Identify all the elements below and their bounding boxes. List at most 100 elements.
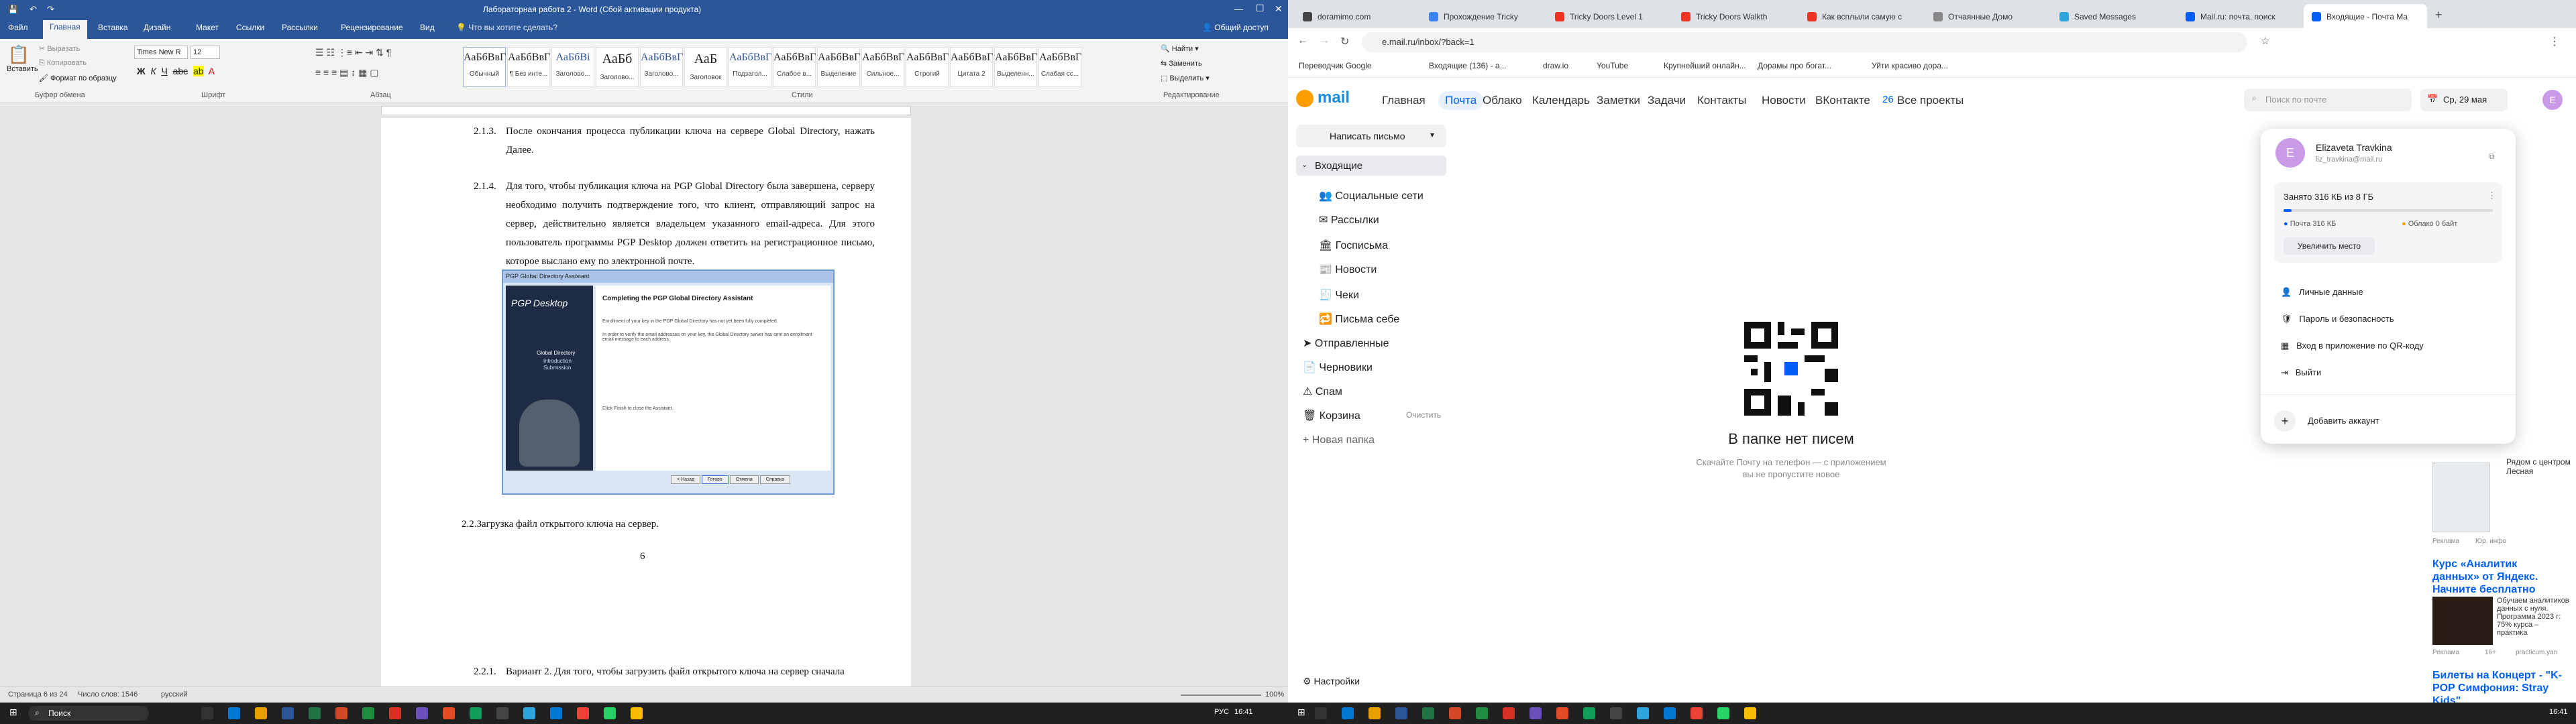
tab-home[interactable]: Главная xyxy=(43,20,87,39)
more-icon[interactable]: ⋮ xyxy=(2487,190,2496,201)
cancel-button[interactable]: Отмена xyxy=(729,475,759,484)
italic-button[interactable]: К xyxy=(150,66,156,76)
taskbar-app-icon[interactable] xyxy=(1395,707,1407,719)
ruler-bar[interactable] xyxy=(381,106,911,115)
share-button[interactable]: 👤 Общий доступ xyxy=(1202,23,1269,32)
back-button[interactable]: < Назад xyxy=(671,475,701,484)
folder-trash[interactable]: 🗑 Корзина xyxy=(1303,409,1360,422)
highlight-button[interactable]: ab xyxy=(193,66,204,76)
clock[interactable]: 16:41 xyxy=(1234,708,1253,716)
taskbar-app-icon[interactable] xyxy=(1556,707,1568,719)
ad-title[interactable]: Курс «Аналитик данных» от Яндекс. Начнит… xyxy=(2432,558,2567,596)
nav-link[interactable]: Облако xyxy=(1483,94,1522,107)
logout-item[interactable]: ⇥ Выйти xyxy=(2281,367,2321,378)
style-item[interactable]: АаБбВвГ Заголово... xyxy=(640,47,683,87)
style-item[interactable]: АаБбВвГ ¶ Без инте... xyxy=(507,47,550,87)
qr-login-item[interactable]: ▦ Вход в приложение по QR-коду xyxy=(2281,341,2424,351)
taskbar-app-icon[interactable] xyxy=(1529,707,1542,719)
close-icon[interactable]: ✕ xyxy=(1275,3,1283,15)
browser-tab[interactable]: Как всплыли самую с xyxy=(1799,4,1923,28)
nav-link[interactable]: Все проекты xyxy=(1897,94,1964,107)
chevron-down-icon[interactable]: ▾ xyxy=(1430,130,1434,139)
taskbar-app-icon[interactable] xyxy=(255,707,267,719)
nav-link[interactable]: ВКонтакте xyxy=(1815,94,1870,107)
bookmark-item[interactable]: Уйти красиво дора... xyxy=(1872,61,1948,70)
style-item[interactable]: АаБбВвГ Выделенн... xyxy=(994,47,1037,87)
paste-button[interactable]: 📋 Вставить xyxy=(7,44,38,82)
folder-sent[interactable]: ➤ Отправленные xyxy=(1303,337,1389,350)
ad-meta[interactable]: practicum.yan xyxy=(2516,649,2557,656)
tell-me-box[interactable]: 💡 Что вы хотите сделать? xyxy=(456,23,557,32)
keyboard-lang[interactable]: РУС xyxy=(1214,708,1229,716)
taskbar-app-icon[interactable] xyxy=(1744,707,1756,719)
windows-start-icon[interactable]: ⊞ xyxy=(1297,707,1305,718)
nav-link[interactable]: Почта xyxy=(1438,91,1484,110)
select-button[interactable]: ⬚ Выделить ▾ xyxy=(1161,74,1210,82)
language[interactable]: русский xyxy=(161,690,187,699)
taskbar-app-icon[interactable] xyxy=(416,707,428,719)
paragraph[interactable]: После окончания процесса публикации ключ… xyxy=(506,122,875,160)
folder-news[interactable]: 📰 Новости xyxy=(1319,263,1377,276)
clear-trash-link[interactable]: Очистить xyxy=(1406,410,1441,420)
copy-button[interactable]: ⎘ Копировать xyxy=(39,59,87,68)
add-account-button[interactable]: Добавить аккаунт xyxy=(2308,416,2379,426)
taskbar-app-icon[interactable] xyxy=(309,707,321,719)
browser-tab[interactable]: Tricky Doors Walkth xyxy=(1673,4,1796,28)
new-folder-button[interactable]: + Новая папка xyxy=(1303,434,1375,446)
help-button[interactable]: Справка xyxy=(759,475,791,484)
style-item[interactable]: АаБбВвГ Слабая сс... xyxy=(1038,47,1081,87)
ad-meta[interactable]: Юр. инфо xyxy=(2475,538,2506,545)
bookmark-item[interactable]: Дорамы про богат... xyxy=(1758,61,1831,70)
font-name-select[interactable]: Times New R xyxy=(134,46,188,59)
taskbar-app-icon[interactable] xyxy=(1476,707,1488,719)
search-box[interactable]: ⌕ Поиск по почте xyxy=(2244,88,2412,111)
find-button[interactable]: 🔍 Найти ▾ xyxy=(1161,44,1199,53)
taskbar-app-icon[interactable] xyxy=(1637,707,1649,719)
browser-tab[interactable]: Saved Messages xyxy=(2051,4,2175,28)
font-size-select[interactable]: 12 xyxy=(191,46,220,59)
browser-tab[interactable]: doramimo.com xyxy=(1295,4,1418,28)
redo-icon[interactable]: ↷ xyxy=(47,4,54,15)
forward-icon[interactable]: → xyxy=(1319,35,1330,47)
taskbar-app-icon[interactable] xyxy=(1503,707,1515,719)
zoom-level[interactable]: 100% xyxy=(1265,690,1284,699)
style-item[interactable]: АаБб Заголово... xyxy=(596,47,639,87)
taskbar-app-icon[interactable] xyxy=(1610,707,1622,719)
style-item[interactable]: АаБбВвГ Подзагол... xyxy=(729,47,771,87)
paragraph[interactable]: Для того, чтобы публикация ключа на PGP … xyxy=(506,177,875,271)
paragraph[interactable]: Вариант 2. Для того, чтобы загрузить фай… xyxy=(506,662,881,681)
style-item[interactable]: АаБбВвГ Сильное... xyxy=(861,47,904,87)
nav-link[interactable]: Новости xyxy=(1762,94,1806,107)
minimize-icon[interactable]: — xyxy=(1234,4,1243,14)
menu-icon[interactable]: ⋮ xyxy=(2549,35,2560,48)
browser-tab[interactable]: Отчаянные Домо xyxy=(1925,4,2049,28)
star-icon[interactable]: ☆ xyxy=(2261,35,2269,47)
maximize-icon[interactable]: ☐ xyxy=(1256,3,1265,14)
bookmark-item[interactable]: Переводчик Google xyxy=(1299,61,1372,70)
account-avatar[interactable]: E xyxy=(2275,138,2305,168)
mail-logo-icon[interactable] xyxy=(1296,90,1313,107)
tab-design[interactable]: Дизайн xyxy=(144,23,170,32)
taskbar-app-icon[interactable] xyxy=(1664,707,1676,719)
clock[interactable]: 16:41 xyxy=(2549,708,2568,716)
folder-gov[interactable]: 🏛 Госписьма xyxy=(1319,239,1388,252)
tab-references[interactable]: Ссылки xyxy=(236,23,264,32)
date-widget[interactable]: 📅 Ср, 29 мая xyxy=(2420,88,2508,111)
taskbar-app-icon[interactable] xyxy=(228,707,240,719)
taskbar-app-icon[interactable] xyxy=(1315,707,1327,719)
zoom-slider[interactable] xyxy=(1181,695,1261,696)
browser-tab[interactable]: Mail.ru: почта, поиск xyxy=(2178,4,2301,28)
style-item[interactable]: АаБбВвГ Строгий xyxy=(906,47,949,87)
undo-icon[interactable]: ↶ xyxy=(30,4,37,15)
folder-self[interactable]: 🔁 Письма себе xyxy=(1319,312,1399,326)
taskbar-app-icon[interactable] xyxy=(1690,707,1703,719)
style-item[interactable]: АаБбВвГ Обычный xyxy=(463,47,506,87)
taskbar-app-icon[interactable] xyxy=(389,707,401,719)
taskbar-app-icon[interactable] xyxy=(443,707,455,719)
taskbar-app-icon[interactable] xyxy=(1422,707,1434,719)
pgp-dialog-screenshot[interactable]: PGP Global Directory Assistant PGP Deskt… xyxy=(502,269,835,495)
ad-text[interactable]: Рядом с центром Лесная xyxy=(2506,457,2571,476)
ad-image[interactable] xyxy=(2432,597,2493,645)
cut-button[interactable]: ✂ Вырезать xyxy=(39,44,80,53)
plus-icon[interactable]: + xyxy=(2274,410,2296,432)
